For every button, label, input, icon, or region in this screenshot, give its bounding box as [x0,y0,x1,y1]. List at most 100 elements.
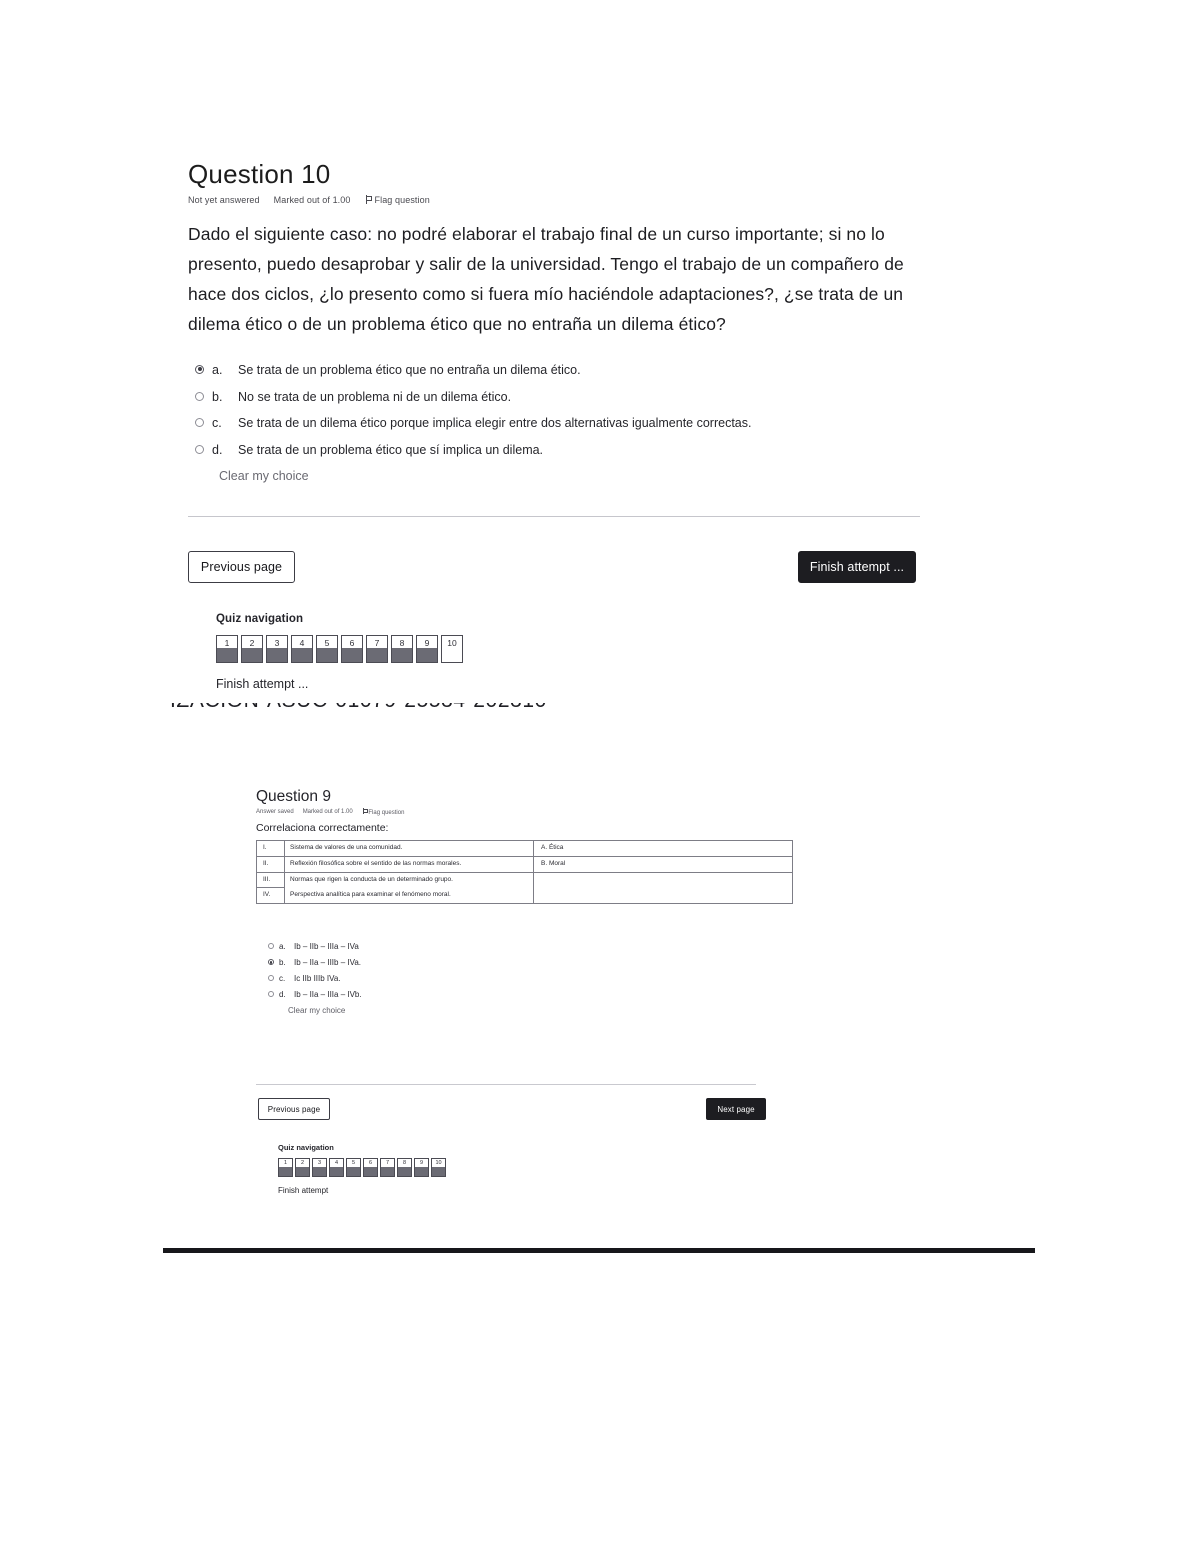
answer-option-b[interactable]: b. No se trata de un problema ni de un d… [195,390,920,406]
quiz-nav-item-5[interactable]: 5 [316,635,338,663]
quiz-nav-item-8[interactable]: 8 [391,635,413,663]
finish-attempt-button[interactable]: Finish attempt ... [798,551,916,583]
secondary-quiz-nav-label-6: 6 [368,1160,373,1166]
secondary-answer-status: Answer saved [256,809,294,816]
secondary-page-title: Question 9 [256,788,331,805]
radio-option-a[interactable] [195,364,204,374]
secondary-quiz-nav-label-4: 4 [334,1160,339,1166]
table-cell-numeral-1: I. [256,840,285,857]
quiz-nav-label-2: 2 [249,638,255,648]
secondary-quiz-nav-item-6[interactable]: 6 [363,1158,378,1177]
answer-option-d[interactable]: d. Se trata de un problema ético que sí … [195,443,920,459]
quiz-nav-label-10: 10 [447,638,457,648]
flag-icon [362,808,368,815]
answer-option-c[interactable]: c. Se trata de un dilema ético porque im… [195,416,920,432]
quiz-nav-item-9[interactable]: 9 [416,635,438,663]
quiz-nav-item-10[interactable]: 10 [441,635,463,663]
option-text-b: No se trata de un problema ni de un dile… [238,389,512,404]
table-cell-option-empty [533,871,793,905]
secondary-quiz-nav-label-7: 7 [385,1160,390,1166]
answer-options-list: a. Se trata de un problema ético que no … [195,363,920,483]
quiz-nav-item-7[interactable]: 7 [366,635,388,663]
secondary-flag-question-button[interactable]: Flag question [362,808,405,817]
secondary-question-text: Correlaciona correctamente: [256,822,389,835]
secondary-quiz-nav-item-8[interactable]: 8 [397,1158,412,1177]
quiz-nav-item-1[interactable]: 1 [216,635,238,663]
quiz-navigation-secondary: Quiz navigation 1 2 3 4 5 6 7 8 9 10 Fin… [278,1143,446,1195]
quiz-nav-label-1: 1 [224,638,230,648]
answer-status: Not yet answered [188,194,260,205]
secondary-quiz-nav-item-3[interactable]: 3 [312,1158,327,1177]
quiz-nav-item-4[interactable]: 4 [291,635,313,663]
secondary-option-text-a: Ib – IIb – IIIa – IVa [294,942,359,952]
secondary-option-text-d: Ib – IIa – IIIa – IVb. [294,990,362,1000]
option-letter-b: b. [212,389,223,404]
table-cell-statement-3: Normas que rigen la conducta de un deter… [284,871,534,888]
question-block-secondary: Question 9 Answer saved Marked out of 1.… [256,788,793,1015]
table-cell-option-1: A. Ética [533,840,793,857]
option-text-d: Se trata de un problema ético que sí imp… [238,442,544,457]
quiz-nav-label-5: 5 [324,638,330,648]
navigation-buttons-main: Previous page Finish attempt ... [188,551,920,585]
question-meta: Not yet answered Marked out of 1.00 Flag… [188,195,920,205]
secondary-clear-my-choice-link[interactable]: Clear my choice [288,1006,766,1015]
secondary-quiz-nav-label-10: 10 [435,1160,442,1166]
table-cell-statement-2: Reflexión filosófica sobre el sentido de… [284,855,534,873]
radio-option-d[interactable] [195,444,204,454]
secondary-next-page-button[interactable]: Next page [706,1098,766,1120]
radio-option-b[interactable] [195,391,204,401]
secondary-quiz-navigation-boxes: 1 2 3 4 5 6 7 8 9 10 [278,1158,446,1177]
clear-my-choice-link[interactable]: Clear my choice [219,469,920,483]
secondary-finish-attempt-link[interactable]: Finish attempt [278,1186,446,1195]
secondary-navigation-buttons: Previous page Next page [258,1098,766,1122]
radio-option-c[interactable] [195,418,204,428]
table-row: II. Reflexión filosófica sobre el sentid… [256,855,793,873]
option-letter-a: a. [212,362,223,377]
secondary-answer-options-list: a. Ib – IIb – IIIa – IVa b. Ib – IIa – I… [268,942,766,1015]
table-cell-numeral-4: IV. [256,887,285,905]
secondary-flag-question-label: Flag question [368,810,405,817]
secondary-quiz-nav-label-5: 5 [351,1160,356,1166]
secondary-answer-option-c[interactable]: c. Ic IIb IIIb IVa. [268,974,766,983]
table-row: III. Normas que rigen la conducta de un … [256,871,793,905]
question-block-main: Question 10 Not yet answered Marked out … [188,159,920,484]
secondary-option-text-c: Ic IIb IIIb IVa. [294,974,341,984]
secondary-quiz-nav-item-9[interactable]: 9 [414,1158,429,1177]
secondary-quiz-nav-label-8: 8 [402,1160,407,1166]
finish-attempt-link[interactable]: Finish attempt ... [216,677,463,691]
quiz-nav-item-3[interactable]: 3 [266,635,288,663]
secondary-radio-option-a[interactable] [268,943,274,950]
secondary-option-letter-b: b. [279,958,286,968]
table-cell-numeral-2: II. [256,855,285,873]
secondary-radio-option-c[interactable] [268,975,274,982]
secondary-quiz-nav-item-5[interactable]: 5 [346,1158,361,1177]
secondary-quiz-nav-item-7[interactable]: 7 [380,1158,395,1177]
clipped-header-text: IZACION-ASUC-01079-25534-202310 [170,703,547,713]
previous-page-button[interactable]: Previous page [188,551,295,583]
secondary-quiz-navigation-title: Quiz navigation [278,1143,334,1152]
secondary-answer-option-d[interactable]: d. Ib – IIa – IIIa – IVb. [268,990,766,999]
quiz-navigation-main: Quiz navigation 1 2 3 4 5 6 7 8 9 10 Fin… [216,613,463,691]
answer-option-a[interactable]: a. Se trata de un problema ético que no … [195,363,920,379]
quiz-nav-label-6: 6 [349,638,355,648]
secondary-radio-option-d[interactable] [268,991,274,998]
secondary-answer-option-b[interactable]: b. Ib – IIa – IIIb – IVa. [268,958,766,967]
secondary-radio-option-b[interactable] [268,959,274,966]
flag-question-button[interactable]: Flag question [365,195,430,205]
quiz-nav-item-6[interactable]: 6 [341,635,363,663]
page-title: Question 10 [188,159,331,189]
secondary-quiz-nav-item-1[interactable]: 1 [278,1158,293,1177]
document-page: Question 10 Not yet answered Marked out … [0,0,1200,1553]
secondary-question-meta: Answer saved Marked out of 1.00 Flag que… [256,808,766,816]
secondary-option-letter-c: c. [279,974,286,984]
secondary-previous-page-button[interactable]: Previous page [258,1098,330,1120]
quiz-nav-item-2[interactable]: 2 [241,635,263,663]
quiz-nav-label-9: 9 [424,638,430,648]
secondary-option-letter-a: a. [279,942,286,952]
secondary-quiz-nav-item-2[interactable]: 2 [295,1158,310,1177]
secondary-answer-option-a[interactable]: a. Ib – IIb – IIIa – IVa [268,942,766,951]
secondary-quiz-nav-label-3: 3 [317,1160,322,1166]
flag-question-label: Flag question [374,194,430,205]
secondary-quiz-nav-item-10[interactable]: 10 [431,1158,446,1177]
secondary-quiz-nav-item-4[interactable]: 4 [329,1158,344,1177]
